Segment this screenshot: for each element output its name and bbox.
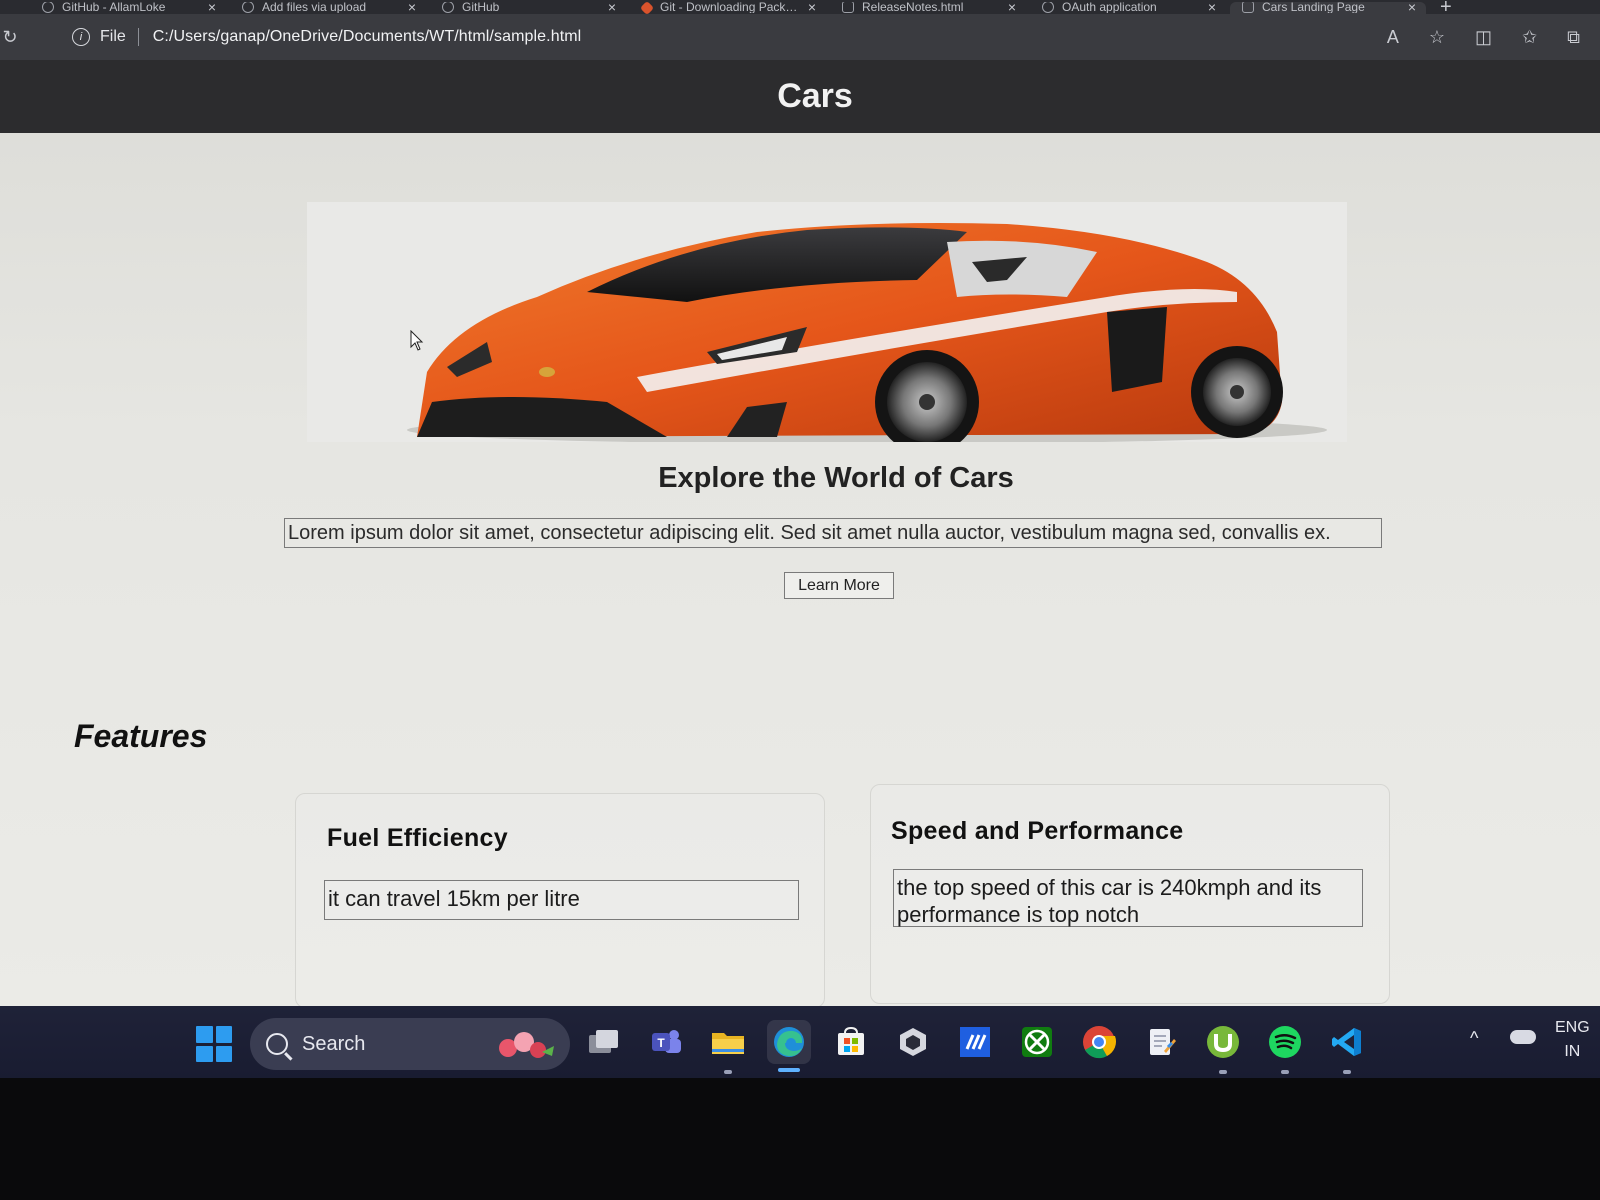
hero-description: Lorem ipsum dolor sit amet, consectetur … bbox=[284, 518, 1382, 548]
xbox-icon[interactable] bbox=[1015, 1020, 1059, 1064]
jetbrains-icon[interactable] bbox=[953, 1020, 997, 1064]
utorrent-icon[interactable] bbox=[1201, 1020, 1245, 1074]
tab-title: Cars Landing Page bbox=[1262, 2, 1365, 13]
teams-icon[interactable]: T bbox=[644, 1020, 688, 1064]
divider bbox=[137, 28, 139, 46]
tab-title: OAuth application bbox=[1062, 2, 1157, 13]
spotify-icon[interactable] bbox=[1263, 1020, 1307, 1074]
feature-card-text: the top speed of this car is 240kmph and… bbox=[893, 869, 1363, 927]
tab-title: Git - Downloading Package bbox=[660, 2, 802, 13]
svg-text:T: T bbox=[657, 1036, 665, 1050]
browser-tab[interactable]: ReleaseNotes.html × bbox=[830, 2, 1026, 14]
close-tab-icon[interactable]: × bbox=[1008, 2, 1016, 14]
close-tab-icon[interactable]: × bbox=[608, 2, 616, 14]
browser-tab[interactable]: Git - Downloading Package × bbox=[630, 2, 826, 14]
new-tab-icon[interactable]: + bbox=[1430, 0, 1462, 17]
git-icon bbox=[639, 2, 655, 14]
web-page: Cars Explore the World of Cars Lorem ips… bbox=[0, 60, 1600, 1008]
collections-icon[interactable]: ⧉ bbox=[1567, 27, 1580, 48]
close-tab-icon[interactable]: × bbox=[808, 2, 816, 14]
language-indicator[interactable]: ENG IN bbox=[1555, 1016, 1590, 1064]
tab-title: Add files via upload bbox=[262, 2, 367, 13]
github-icon bbox=[42, 2, 54, 13]
address-bar[interactable]: i File C:/Users/ganap/OneDrive/Documents… bbox=[44, 20, 1379, 54]
onedrive-cloud-icon[interactable] bbox=[1510, 1030, 1536, 1044]
feature-card-speed: Speed and Performance the top speed of t… bbox=[870, 784, 1390, 1004]
favorites-icon[interactable]: ✩ bbox=[1522, 27, 1537, 48]
github-icon bbox=[442, 2, 454, 13]
chrome-icon[interactable] bbox=[1077, 1020, 1121, 1064]
vscode-icon[interactable] bbox=[1325, 1020, 1369, 1074]
tab-title: ReleaseNotes.html bbox=[862, 2, 964, 13]
scheme-label: File bbox=[100, 28, 126, 45]
search-icon bbox=[266, 1033, 288, 1055]
url-text[interactable]: C:/Users/ganap/OneDrive/Documents/WT/htm… bbox=[153, 28, 582, 46]
feature-card-fuel: Fuel Efficiency it can travel 15km per l… bbox=[295, 793, 825, 1008]
favorite-star-icon[interactable]: ☆ bbox=[1429, 27, 1445, 48]
close-tab-icon[interactable]: × bbox=[408, 2, 416, 14]
microsoft-store-icon[interactable] bbox=[829, 1020, 873, 1064]
feature-card-heading: Fuel Efficiency bbox=[327, 824, 508, 852]
browser-tab-strip: GitHub - AllamLoke × Add files via uploa… bbox=[0, 0, 1600, 17]
read-aloud-icon[interactable]: A bbox=[1387, 27, 1399, 48]
features-title: Features bbox=[74, 718, 208, 754]
site-title: Cars bbox=[777, 77, 853, 115]
windows-start-icon[interactable] bbox=[196, 1026, 232, 1062]
site-header: Cars bbox=[0, 60, 1600, 133]
close-tab-icon[interactable]: × bbox=[208, 2, 216, 14]
notepad-icon[interactable] bbox=[1139, 1020, 1183, 1064]
browser-tab[interactable]: GitHub - AllamLoke × bbox=[30, 2, 226, 14]
learn-more-button[interactable]: Learn More bbox=[784, 572, 894, 599]
page-icon bbox=[1242, 2, 1254, 13]
feature-card-heading: Speed and Performance bbox=[891, 817, 1184, 845]
mouse-cursor-icon bbox=[410, 330, 424, 351]
unity-icon[interactable] bbox=[891, 1020, 935, 1064]
orange-sports-car-illustration bbox=[407, 223, 1327, 442]
windows-taskbar: Search T ^ ENG IN bbox=[0, 1006, 1600, 1078]
page-icon bbox=[842, 2, 854, 13]
split-screen-icon[interactable]: ◫ bbox=[1475, 27, 1492, 48]
browser-toolbar: ↻ i File C:/Users/ganap/OneDrive/Documen… bbox=[0, 14, 1600, 60]
toolbar-icons: A ☆ ◫ ✩ ⧉ bbox=[1387, 27, 1580, 48]
monitor-bezel bbox=[0, 1078, 1600, 1200]
search-label: Search bbox=[302, 1032, 366, 1055]
browser-tab[interactable]: OAuth application × bbox=[1030, 2, 1226, 14]
chevron-up-icon[interactable]: ^ bbox=[1470, 1028, 1478, 1049]
refresh-icon[interactable]: ↻ bbox=[0, 27, 20, 48]
search-highlight-icon bbox=[499, 1032, 554, 1058]
browser-tab[interactable]: GitHub × bbox=[430, 2, 626, 14]
file-explorer-icon[interactable] bbox=[706, 1020, 750, 1074]
browser-tab[interactable]: Add files via upload × bbox=[230, 2, 426, 14]
screen: GitHub - AllamLoke × Add files via uploa… bbox=[0, 0, 1600, 1200]
car-image bbox=[307, 202, 1347, 442]
taskbar-search[interactable]: Search bbox=[250, 1018, 570, 1070]
feature-card-text: it can travel 15km per litre bbox=[324, 880, 799, 920]
tab-title: GitHub bbox=[462, 2, 500, 13]
region-code: IN bbox=[1564, 1043, 1581, 1060]
close-tab-icon[interactable]: × bbox=[1408, 2, 1416, 14]
close-tab-icon[interactable]: × bbox=[1208, 2, 1216, 14]
edge-icon[interactable] bbox=[767, 1020, 811, 1072]
info-icon[interactable]: i bbox=[72, 28, 90, 46]
language-code: ENG bbox=[1555, 1019, 1590, 1036]
github-icon bbox=[242, 2, 254, 13]
task-view-icon[interactable] bbox=[582, 1020, 626, 1064]
hero-title: Explore the World of Cars bbox=[658, 462, 1014, 494]
github-icon bbox=[1042, 2, 1054, 13]
browser-tab-active[interactable]: Cars Landing Page × bbox=[1230, 2, 1426, 14]
tab-title: GitHub - AllamLoke bbox=[62, 2, 166, 13]
